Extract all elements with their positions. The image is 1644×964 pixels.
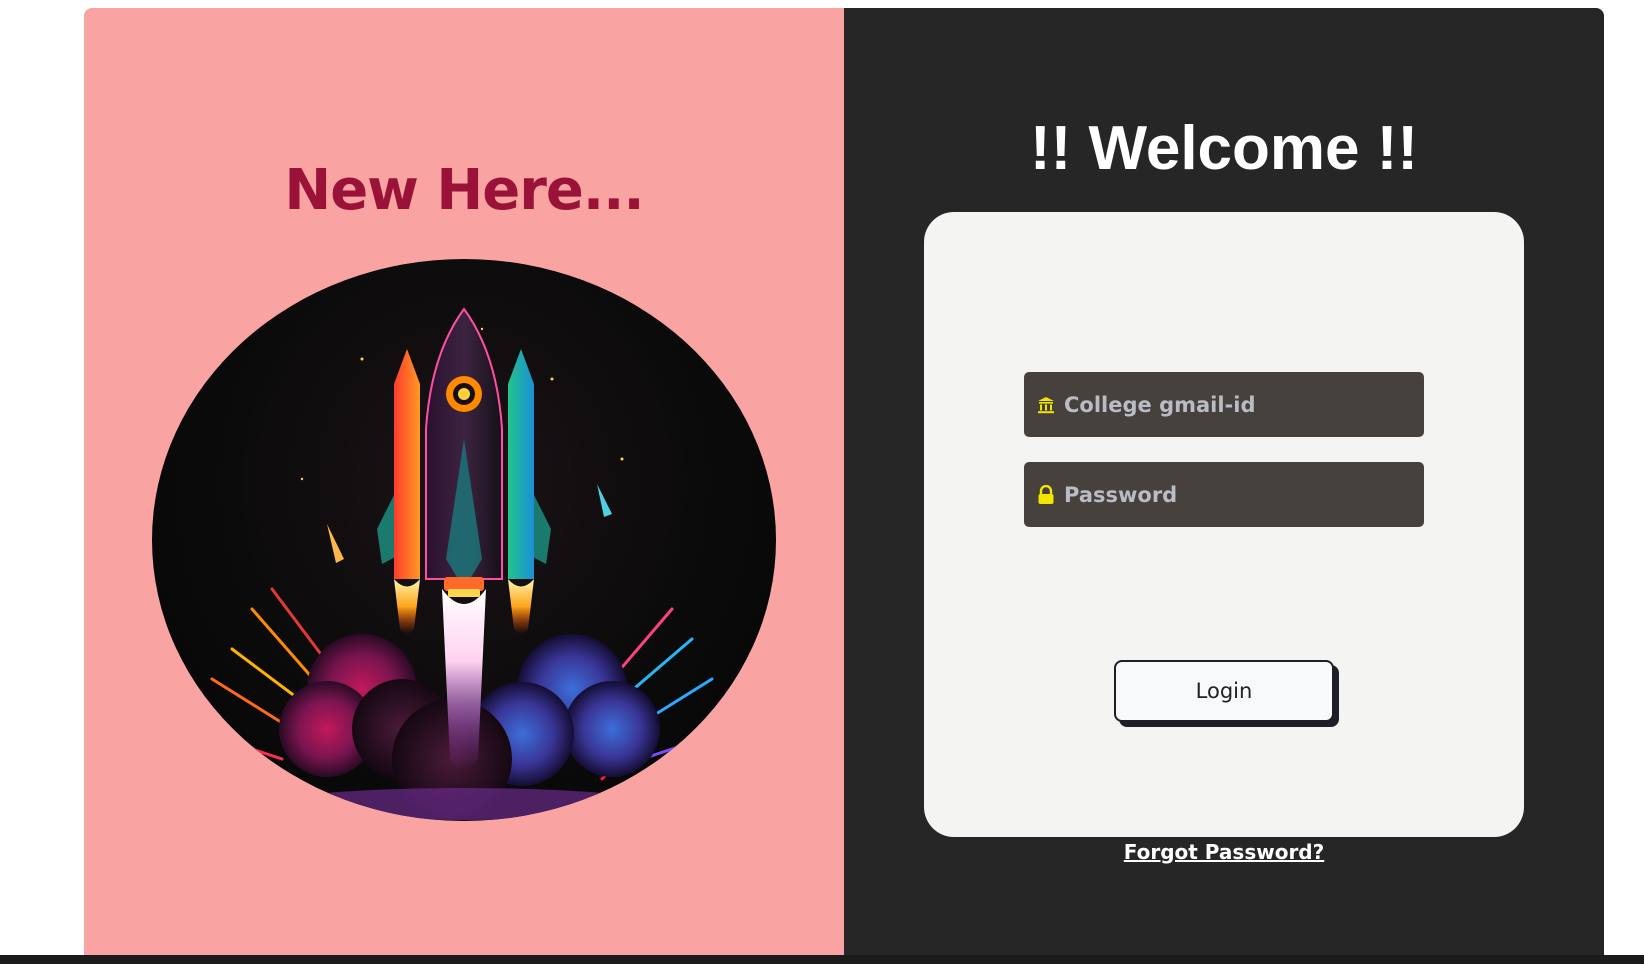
email-input[interactable]: [1064, 372, 1424, 437]
new-here-heading: New Here...: [284, 158, 644, 223]
login-form-card: Login: [924, 212, 1524, 837]
forgot-password-link[interactable]: Forgot Password?: [844, 840, 1604, 864]
bottom-edge-bar: [0, 955, 1644, 964]
lock-icon: [1036, 484, 1056, 506]
rocket-graphic: [190, 307, 734, 820]
login-page: New Here... !! Welcome !! College gmail-…: [84, 8, 1604, 956]
password-field[interactable]: [1024, 462, 1424, 527]
email-field[interactable]: [1024, 372, 1424, 437]
rocket-launch-illustration: [152, 259, 776, 821]
welcome-heading: !! Welcome !!: [1029, 114, 1419, 183]
login-panel: !! Welcome !! College gmail-id Login For…: [844, 8, 1604, 956]
signup-promo-panel: New Here...: [84, 8, 844, 956]
bank-icon: [1036, 394, 1056, 416]
login-button[interactable]: Login: [1114, 660, 1334, 722]
password-input[interactable]: [1064, 462, 1424, 527]
